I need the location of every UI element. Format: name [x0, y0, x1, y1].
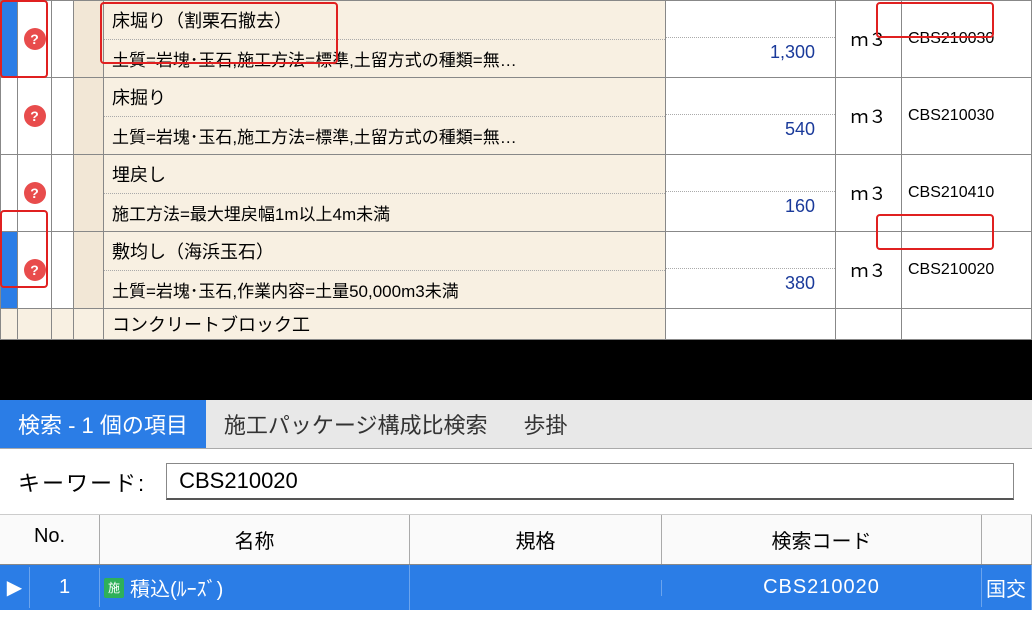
- item-title: 床掘り: [104, 78, 665, 117]
- spacer-cell: [74, 309, 104, 340]
- row-checkbox[interactable]: [52, 232, 74, 309]
- item-detail: 施工方法=最大埋戻幅1m以上4m未満: [104, 194, 665, 231]
- row-checkbox[interactable]: [52, 78, 74, 155]
- column-header-spec[interactable]: 規格: [410, 515, 662, 564]
- code-cell: [902, 309, 1032, 340]
- description-cell[interactable]: 床掘り 土質=岩塊･玉石,施工方法=標準,土留方式の種類=無…: [104, 78, 666, 155]
- quantity-cell: [666, 309, 836, 340]
- item-title: 床堀り（割栗石撤去）: [104, 1, 665, 40]
- quantity-cell[interactable]: 1,300: [666, 1, 836, 78]
- unit-cell: ｍ３: [836, 78, 902, 155]
- column-header-no[interactable]: No.: [0, 515, 100, 564]
- column-header-code[interactable]: 検索コード: [662, 515, 982, 564]
- unit-cell: [836, 309, 902, 340]
- row-checkbox[interactable]: [52, 309, 74, 340]
- row-indicator: [1, 155, 18, 232]
- table-row[interactable]: ? 床堀り（割栗石撤去） 土質=岩塊･玉石,施工方法=標準,土留方式の種類=無……: [1, 1, 1032, 78]
- row-indicator: [1, 1, 18, 78]
- item-detail: 土質=岩塊･玉石,施工方法=標準,土留方式の種類=無…: [104, 117, 665, 154]
- row-indicator: [1, 309, 18, 340]
- document-icon: 施: [104, 578, 124, 598]
- table-row-truncated[interactable]: コンクリートブロック工: [1, 309, 1032, 340]
- result-row[interactable]: ▶ 1 施 積込(ﾙｰｽﾞ) CBS210020 国交: [0, 565, 1032, 610]
- row-checkbox[interactable]: [52, 1, 74, 78]
- tab-package-ratio[interactable]: 施工パッケージ構成比検索: [206, 400, 506, 448]
- row-indicator: [1, 78, 18, 155]
- code-cell: CBS210410: [902, 155, 1032, 232]
- tab-bukake[interactable]: 歩掛: [505, 400, 585, 448]
- search-panel: 検索 - 1 個の項目 施工パッケージ構成比検索 歩掛 キーワード: No. 名…: [0, 400, 1032, 610]
- keyword-label: キーワード:: [18, 466, 146, 498]
- code-cell: CBS210020: [902, 232, 1032, 309]
- code-cell: CBS210030: [902, 1, 1032, 78]
- unit-cell: ｍ３: [836, 1, 902, 78]
- result-name: 積込(ﾙｰｽﾞ): [130, 573, 223, 602]
- item-title: 埋戻し: [104, 155, 665, 194]
- help-cell: [18, 309, 52, 340]
- spacer-cell: [74, 155, 104, 232]
- help-cell[interactable]: ?: [18, 1, 52, 78]
- spacer-cell: [74, 78, 104, 155]
- quantity-value: 1,300: [666, 38, 835, 67]
- column-header-name[interactable]: 名称: [100, 515, 410, 564]
- unit-cell: ｍ３: [836, 155, 902, 232]
- keyword-input[interactable]: [166, 463, 1014, 500]
- tab-bar: 検索 - 1 個の項目 施工パッケージ構成比検索 歩掛: [0, 400, 1032, 449]
- column-header-rest: [982, 515, 1032, 564]
- help-cell[interactable]: ?: [18, 232, 52, 309]
- quantity-cell[interactable]: 160: [666, 155, 836, 232]
- table-row[interactable]: ? 敷均し（海浜玉石） 土質=岩塊･玉石,作業内容=土量50,000m3未満 3…: [1, 232, 1032, 309]
- spacer-cell: [74, 232, 104, 309]
- description-cell[interactable]: 埋戻し 施工方法=最大埋戻幅1m以上4m未満: [104, 155, 666, 232]
- result-code: CBS210020: [662, 568, 982, 607]
- result-rest: 国交: [982, 565, 1032, 610]
- results-header: No. 名称 規格 検索コード: [0, 515, 1032, 565]
- tab-search[interactable]: 検索 - 1 個の項目: [0, 400, 206, 448]
- keyword-row: キーワード:: [0, 449, 1032, 515]
- row-indicator: [1, 232, 18, 309]
- quantity-value: 380: [666, 269, 835, 298]
- table-row[interactable]: ? 床掘り 土質=岩塊･玉石,施工方法=標準,土留方式の種類=無… 540 ｍ３: [1, 78, 1032, 155]
- separator-band: [0, 340, 1032, 400]
- help-icon[interactable]: ?: [24, 28, 46, 50]
- quantity-value: 160: [666, 192, 835, 221]
- help-icon[interactable]: ?: [24, 105, 46, 127]
- item-title: コンクリートブロック工: [104, 309, 666, 340]
- help-cell[interactable]: ?: [18, 78, 52, 155]
- help-icon[interactable]: ?: [24, 182, 46, 204]
- help-cell[interactable]: ?: [18, 155, 52, 232]
- help-icon[interactable]: ?: [24, 259, 46, 281]
- result-name-cell: 施 積込(ﾙｰｽﾞ): [100, 565, 410, 610]
- description-cell[interactable]: 床堀り（割栗石撤去） 土質=岩塊･玉石,施工方法=標準,土留方式の種類=無…: [104, 1, 666, 78]
- table-row[interactable]: ? 埋戻し 施工方法=最大埋戻幅1m以上4m未満 160 ｍ３ CBS21: [1, 155, 1032, 232]
- quantity-cell[interactable]: 540: [666, 78, 836, 155]
- spacer-cell: [74, 1, 104, 78]
- quantity-cell[interactable]: 380: [666, 232, 836, 309]
- construction-items-table: ? 床堀り（割栗石撤去） 土質=岩塊･玉石,施工方法=標準,土留方式の種類=無……: [0, 0, 1032, 340]
- row-checkbox[interactable]: [52, 155, 74, 232]
- code-cell: CBS210030: [902, 78, 1032, 155]
- result-spec: [410, 580, 662, 596]
- item-detail: 土質=岩塊･玉石,作業内容=土量50,000m3未満: [104, 271, 665, 308]
- description-cell[interactable]: 敷均し（海浜玉石） 土質=岩塊･玉石,作業内容=土量50,000m3未満: [104, 232, 666, 309]
- quantity-value: 540: [666, 115, 835, 144]
- result-no: 1: [30, 568, 100, 607]
- table-body: ? 床堀り（割栗石撤去） 土質=岩塊･玉石,施工方法=標準,土留方式の種類=無……: [1, 1, 1032, 340]
- item-detail: 土質=岩塊･玉石,施工方法=標準,土留方式の種類=無…: [104, 40, 665, 77]
- item-title: 敷均し（海浜玉石）: [104, 232, 665, 271]
- unit-cell: ｍ３: [836, 232, 902, 309]
- row-marker-icon: ▶: [0, 567, 30, 608]
